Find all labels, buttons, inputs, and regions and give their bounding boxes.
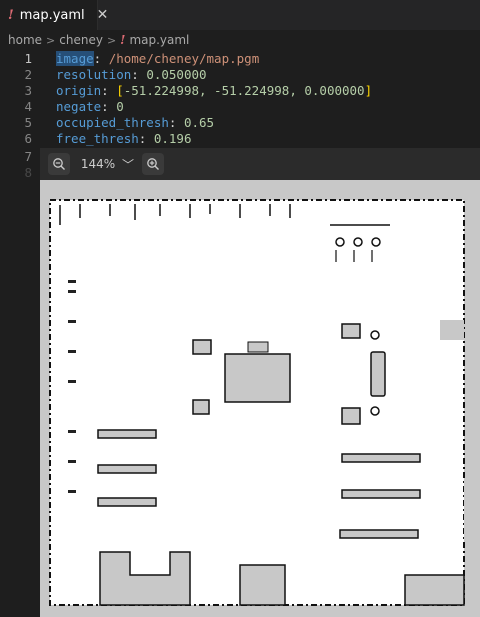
tab-bar: ! map.yaml ✕	[0, 0, 480, 30]
zoom-in-icon	[147, 158, 160, 170]
image-preview-widget: 144% ﹀	[40, 148, 480, 617]
line-number: 2	[24, 66, 32, 82]
occupancy-map-image[interactable]	[40, 180, 480, 617]
breadcrumb: home > cheney > ! map.yaml	[0, 30, 480, 50]
code-line[interactable]: 1 image: /home/cheney/map.pgm	[0, 50, 480, 66]
breadcrumb-home[interactable]: home	[8, 33, 42, 47]
code-line[interactable]: 3 origin: [-51.224998, -51.224998, 0.000…	[0, 82, 480, 98]
zoom-toolbar: 144% ﹀	[40, 148, 480, 180]
breadcrumb-file[interactable]: map.yaml	[129, 33, 189, 47]
tab-label: map.yaml	[19, 7, 85, 23]
code-line[interactable]: 5 occupied_thresh: 0.65	[0, 114, 480, 130]
yaml-value: 0.050000	[146, 66, 207, 82]
right-unknown-region	[440, 320, 464, 340]
chevron-right-icon: >	[46, 33, 56, 47]
code-line[interactable]: 2 resolution: 0.050000	[0, 66, 480, 82]
zoom-level[interactable]: 144%	[80, 157, 116, 171]
chevron-down-icon[interactable]: ﹀	[122, 156, 134, 173]
code-line[interactable]: 6 free_thresh: 0.196	[0, 130, 480, 146]
line-number: 4	[24, 98, 32, 114]
yaml-key: image	[56, 50, 94, 66]
breadcrumb-cheney[interactable]: cheney	[59, 33, 103, 47]
line-number: 3	[24, 82, 32, 98]
line-number: 5	[24, 114, 32, 130]
chevron-right-icon: >	[106, 33, 117, 47]
close-icon[interactable]: ✕	[97, 7, 109, 23]
yaml-key: free_thresh	[56, 130, 139, 146]
yaml-key: resolution	[56, 66, 132, 82]
yaml-value: /home/cheney/map.pgm	[108, 50, 260, 66]
yaml-file-icon: !	[120, 33, 126, 47]
right-edge-region	[464, 480, 480, 540]
yaml-file-icon: !	[8, 7, 14, 23]
yaml-key: origin	[56, 82, 102, 98]
yaml-key: negate	[56, 98, 102, 114]
zoom-out-icon	[53, 158, 65, 170]
occupancy-grid-map	[49, 199, 480, 606]
zoom-in-button[interactable]	[142, 153, 165, 175]
code-line[interactable]: 4 negate: 0	[0, 98, 480, 114]
yaml-value: -51.224998, -51.224998, 0.000000	[123, 82, 365, 98]
yaml-value: 0.196	[153, 130, 192, 146]
zoom-out-button[interactable]	[48, 153, 70, 175]
line-number: 6	[24, 130, 32, 146]
line-number: 1	[24, 50, 32, 66]
yaml-value: 0	[116, 98, 124, 114]
yaml-key: occupied_thresh	[56, 114, 169, 130]
yaml-value: 0.65	[183, 114, 215, 130]
tab-map-yaml[interactable]: ! map.yaml ✕	[0, 0, 108, 30]
